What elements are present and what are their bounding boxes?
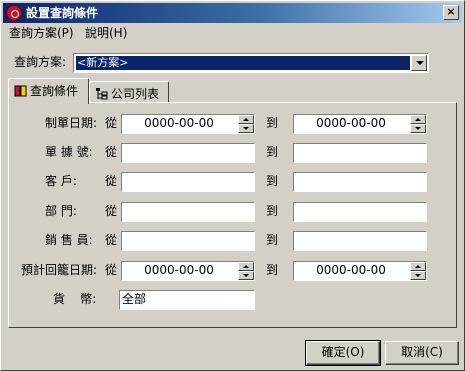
- menu-help[interactable]: 說明(H): [85, 26, 127, 41]
- from-label: 從: [105, 116, 118, 130]
- doc-date-to-value: 0000-00-00: [316, 116, 386, 130]
- customer-from-input[interactable]: [121, 172, 255, 192]
- return-date-to-spinner[interactable]: [410, 262, 426, 280]
- chevron-down-icon[interactable]: [411, 55, 427, 71]
- currency-input[interactable]: 全部: [119, 290, 255, 310]
- department-from-input[interactable]: [121, 202, 255, 222]
- spin-down-icon[interactable]: [238, 271, 254, 280]
- salesperson-from-input[interactable]: [121, 231, 255, 251]
- tree-list-icon: [96, 88, 108, 100]
- to-label: 到: [266, 174, 279, 188]
- scheme-selected-value: <新方案>: [75, 55, 411, 71]
- scheme-label: 查詢方案:: [14, 55, 67, 69]
- doc-date-from-field[interactable]: 0000-00-00: [121, 114, 255, 134]
- from-label: 從: [105, 263, 118, 277]
- return-date-from-spinner[interactable]: [238, 262, 254, 280]
- doc-number-to-input[interactable]: [293, 143, 427, 163]
- department-to-input[interactable]: [293, 202, 427, 222]
- filter-icon: [14, 85, 27, 97]
- to-label: 到: [266, 204, 279, 218]
- menu-bar: 查詢方案(P) 說明(H): [3, 24, 462, 43]
- app-logo-icon: [6, 5, 22, 21]
- menu-scheme[interactable]: 查詢方案(P): [9, 26, 74, 41]
- return-date-to-field[interactable]: 0000-00-00: [293, 261, 427, 281]
- row-label-department: 部 門:: [45, 204, 77, 218]
- tab-label-company: 公司列表: [111, 87, 160, 101]
- spin-up-icon[interactable]: [410, 115, 426, 124]
- cancel-button[interactable]: 取消(C): [385, 341, 459, 365]
- dialog-window: 設置查詢條件 × 查詢方案(P) 說明(H) 查詢方案: <新方案> 查詢條件 …: [0, 0, 465, 371]
- doc-date-from-spinner[interactable]: [238, 115, 254, 133]
- to-label: 到: [266, 263, 279, 277]
- return-date-to-value: 0000-00-00: [316, 263, 386, 277]
- row-label-doc-number: 單 據 號:: [45, 145, 93, 159]
- spin-down-icon[interactable]: [410, 271, 426, 280]
- doc-date-to-spinner[interactable]: [410, 115, 426, 133]
- from-label: 從: [105, 233, 118, 247]
- doc-number-from-input[interactable]: [121, 143, 255, 163]
- from-label: 從: [105, 174, 118, 188]
- row-label-currency: 貨 幣:: [53, 292, 97, 306]
- row-label-salesperson: 銷 售 員:: [45, 233, 93, 247]
- salesperson-to-input[interactable]: [293, 231, 427, 251]
- spin-up-icon[interactable]: [238, 262, 254, 271]
- tab-query-conditions[interactable]: 查詢條件: [8, 78, 89, 104]
- spin-down-icon[interactable]: [410, 124, 426, 133]
- from-label: 從: [105, 145, 118, 159]
- row-label-doc-date: 制單日期:: [45, 116, 98, 130]
- doc-date-from-value: 0000-00-00: [144, 116, 214, 130]
- to-label: 到: [266, 233, 279, 247]
- currency-value: 全部: [122, 292, 147, 306]
- query-conditions-panel: 制單日期: 從 0000-00-00 到 0000-00-00 單 據 號: 從…: [8, 102, 457, 328]
- return-date-from-value: 0000-00-00: [144, 263, 214, 277]
- title-bar[interactable]: 設置查詢條件 ×: [3, 3, 462, 23]
- scheme-combo[interactable]: <新方案>: [73, 53, 429, 73]
- window-title: 設置查詢條件: [26, 6, 99, 20]
- spin-down-icon[interactable]: [238, 124, 254, 133]
- ok-button[interactable]: 確定(O): [305, 340, 381, 366]
- to-label: 到: [266, 145, 279, 159]
- spin-up-icon[interactable]: [238, 115, 254, 124]
- close-button[interactable]: ×: [443, 5, 459, 20]
- doc-date-to-field[interactable]: 0000-00-00: [293, 114, 427, 134]
- return-date-from-field[interactable]: 0000-00-00: [121, 261, 255, 281]
- from-label: 從: [105, 204, 118, 218]
- spin-up-icon[interactable]: [410, 262, 426, 271]
- tab-label-query: 查詢條件: [30, 84, 79, 98]
- to-label: 到: [266, 116, 279, 130]
- customer-to-input[interactable]: [293, 172, 427, 192]
- row-label-customer: 客 戶:: [45, 174, 77, 188]
- row-label-expected-return-date: 預計回籠日期:: [21, 263, 98, 277]
